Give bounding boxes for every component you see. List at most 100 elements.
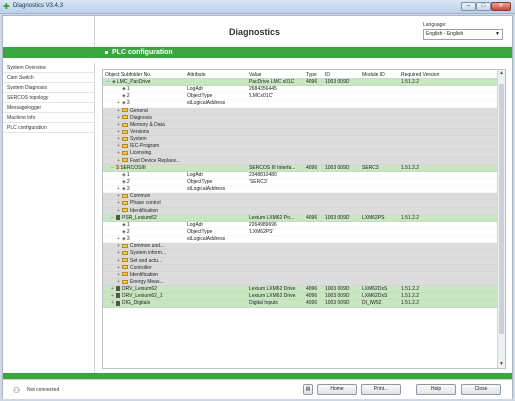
table-row[interactable]: + DRV_Lexium62 Lexium LXM62 Drive 4096 1003 …	[103, 286, 499, 294]
table-row[interactable]: + DRV_Lexium62_1 Lexium LXM62 Drive 4096 100…	[103, 293, 499, 301]
parameter-icon: ◈	[122, 236, 126, 243]
help-button[interactable]: Help	[416, 384, 456, 395]
col-required-version[interactable]: Required Version	[401, 72, 439, 78]
table-row[interactable]: − PSR_Lexium62 Lexium LXM62 Po... 4096 1003 …	[103, 214, 499, 222]
sidebar-item-system-overview[interactable]: System Overview	[3, 63, 94, 73]
table-row[interactable]: + Phase control	[103, 200, 499, 208]
sidebar-item-system-diagnosis[interactable]: System Diagnosis	[3, 83, 94, 93]
close-button[interactable]: Close	[461, 384, 501, 395]
sidebar-item-cam-switch[interactable]: Cam Switch	[3, 73, 94, 83]
value-cell: 'LMCx01C'	[249, 93, 274, 100]
object-name: Phase control	[130, 200, 161, 207]
object-name: 3	[126, 186, 130, 193]
object-name: 1	[126, 86, 130, 93]
col-value[interactable]: Value	[249, 72, 261, 78]
table-header: Object Subfolder No. Attribute Value Typ…	[103, 70, 499, 79]
folder-icon	[122, 208, 128, 213]
table-row[interactable]: ◈2 ObjectType 'LXM62PS'	[103, 229, 499, 236]
folder-icon	[122, 158, 128, 163]
attribute-cell: stLogicalAddress	[187, 186, 226, 193]
object-cell: + Identification	[103, 272, 187, 279]
print-button[interactable]: Print...	[361, 384, 401, 395]
object-cell: + DRV_Lexium62_1	[103, 293, 187, 300]
sidebar-item-sercos-topology[interactable]: SERCOS topology	[3, 93, 94, 103]
maximize-button[interactable]: □	[476, 2, 491, 11]
parameter-icon: ◈	[122, 186, 126, 193]
table-row[interactable]: + ◈3 stLogicalAddress	[103, 100, 499, 107]
version-cell: 1.51.2.2	[401, 300, 420, 307]
table-row[interactable]: + Identification	[103, 271, 499, 279]
table-row[interactable]: + System	[103, 136, 499, 144]
col-attribute[interactable]: Attribute	[187, 72, 206, 78]
table-row[interactable]: + General	[103, 107, 499, 115]
table-row[interactable]: + ◈3 stLogicalAddress	[103, 236, 499, 243]
scroll-down-icon[interactable]: ▼	[498, 361, 505, 368]
object-name: Diagnosis	[130, 114, 152, 121]
table-row[interactable]: + Common and...	[103, 243, 499, 251]
device-icon	[116, 214, 120, 220]
table-row[interactable]: ◈1 LogAdr 2348810480	[103, 172, 499, 179]
object-cell: + Diagnosis	[103, 115, 187, 122]
sidebar-item-messagelogger[interactable]: Messagelogger	[3, 103, 94, 113]
object-cell: ◈1	[103, 222, 187, 229]
object-cell: + General	[103, 108, 187, 115]
table-row[interactable]: + ◈3 stLogicalAddress	[103, 186, 499, 193]
table-row[interactable]: ◈2 ObjectType 'LMCx01C'	[103, 93, 499, 100]
table-row[interactable]: + DIG_Digitals Digital Inputs 4096 1003 009D…	[103, 300, 499, 308]
table-row[interactable]: ◈2 ObjectType 'SERC3'	[103, 179, 499, 186]
scroll-thumb[interactable]	[499, 84, 504, 334]
parameter-icon: ◈	[122, 171, 126, 178]
folder-icon	[122, 201, 128, 206]
folder-icon	[122, 151, 128, 156]
table-row[interactable]: + Fast Device Replace...	[103, 157, 499, 165]
table-row[interactable]: − SSERCOSIII SERCOS III Interfa... 4096 1003…	[103, 164, 499, 172]
col-id[interactable]: ID	[325, 72, 330, 78]
attribute-cell: stLogicalAddress	[187, 100, 226, 107]
language-label: Language:	[423, 22, 447, 28]
view-button[interactable]: ▤	[303, 384, 313, 395]
table-row[interactable]: + Common	[103, 193, 499, 201]
scroll-up-icon[interactable]: ▲	[498, 70, 505, 77]
value-cell: Lexium LXM62 Po...	[249, 214, 295, 221]
object-cell: + System	[103, 136, 187, 143]
value-cell: SERCOS III Interfa...	[249, 164, 296, 171]
parameter-icon: ◈	[112, 79, 116, 85]
title-bar: ✚ Diagnostics V3.4.3 – □ ✕	[0, 0, 515, 14]
parameter-icon: ◈	[122, 178, 126, 185]
close-window-button[interactable]: ✕	[491, 2, 511, 11]
folder-icon	[122, 129, 128, 134]
home-button[interactable]: Home	[317, 384, 357, 395]
attribute-cell: LogAdr	[187, 221, 204, 228]
table-row[interactable]: ◈1 LogAdr 2264989696	[103, 222, 499, 229]
object-cell: ◈2	[103, 93, 187, 100]
table-row[interactable]: + Energy Meas...	[103, 278, 499, 287]
table-row[interactable]: + Memory & Data	[103, 121, 499, 129]
value-cell: 'LXM62PS'	[249, 228, 274, 235]
type-cell: 4096	[306, 214, 318, 221]
language-select[interactable]: English - English ▼	[423, 29, 503, 40]
table-row[interactable]: + System inform...	[103, 250, 499, 258]
version-cell: 1.51.2.2	[401, 214, 420, 221]
sidebar-item-plc-configuration[interactable]: PLC configuration	[3, 123, 94, 133]
table-row[interactable]: + Controller	[103, 264, 499, 272]
col-object[interactable]: Object Subfolder No.	[105, 72, 151, 78]
sidebar-item-machine-info[interactable]: Machine info	[3, 113, 94, 123]
table-row[interactable]: + Licensing	[103, 150, 499, 158]
device-icon	[116, 293, 120, 299]
table-row[interactable]: + Versions	[103, 128, 499, 137]
object-cell: + Set and actu...	[103, 258, 187, 265]
table-row[interactable]: + Set and actu...	[103, 257, 499, 265]
vertical-scrollbar[interactable]: ▲ ▼	[497, 70, 505, 368]
table-row[interactable]: − ◈LMC_PacDrive PacDrive LMC x01C 4096 1003 …	[103, 79, 499, 87]
col-type[interactable]: Type	[306, 72, 317, 78]
table-row[interactable]: ◈1 LogAdr 2684356445	[103, 86, 499, 93]
parameter-icon: ◈	[122, 228, 126, 235]
table-row[interactable]: + IEC-Program	[103, 143, 499, 151]
table-row[interactable]: + Identification	[103, 207, 499, 215]
table-row[interactable]: + Diagnosis	[103, 114, 499, 122]
minimize-button[interactable]: –	[461, 2, 476, 11]
folder-icon	[122, 143, 128, 148]
col-module-id[interactable]: Module ID	[362, 72, 385, 78]
connection-icon: ⚇	[13, 386, 21, 395]
object-name: System inform...	[130, 250, 167, 257]
